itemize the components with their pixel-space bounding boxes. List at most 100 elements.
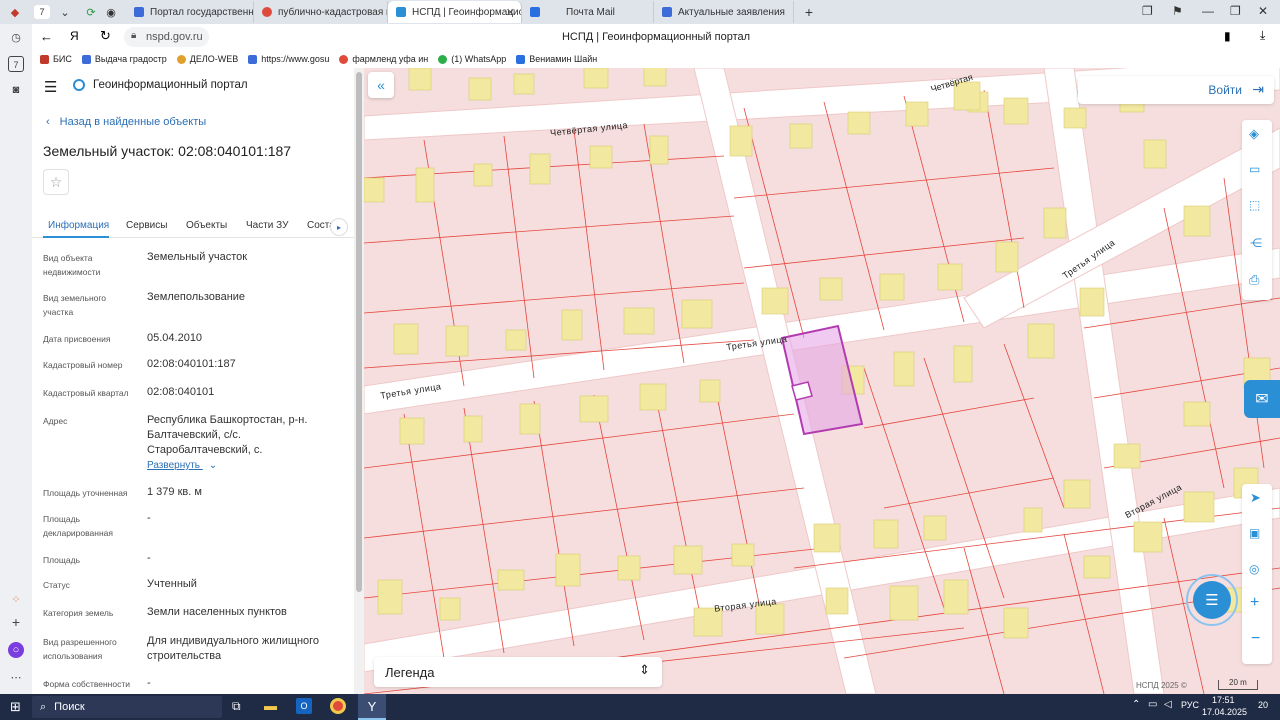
add-icon[interactable]: + — [8, 614, 24, 630]
field-label: Площадь уточненная — [43, 488, 128, 498]
volume-icon[interactable]: ◁ — [1164, 699, 1172, 710]
bookmark-item[interactable]: ДЕЛО-WEB — [176, 54, 238, 64]
legend-bar[interactable]: Легенда ⇕ — [374, 657, 662, 687]
reload-icon[interactable]: ↻ — [100, 28, 111, 44]
search-label: Поиск — [54, 701, 85, 713]
restore-icon[interactable]: ❐ — [1230, 4, 1241, 18]
address-bar: ← Я ↻ 🔒︎ nspd.gov.ru НСПД | Геоинформаци… — [32, 24, 1280, 50]
history-icon[interactable]: ◷ — [8, 30, 24, 46]
task-view-icon[interactable]: ⧉ — [232, 699, 241, 714]
favorite-button[interactable]: ☆ — [43, 169, 69, 195]
yandex-browser-icon[interactable]: Y — [358, 694, 386, 720]
share-icon[interactable]: ⋲ — [1250, 236, 1262, 250]
field-value: 1 379 кв. м — [147, 486, 202, 498]
bookmark-item[interactable]: БИС — [40, 54, 72, 64]
bookmark-item[interactable]: фармленд уфа ин — [339, 54, 428, 64]
taskbar-search[interactable]: ⌕ Поиск — [32, 696, 222, 718]
network-icon[interactable]: ▭ — [1148, 699, 1157, 710]
minimap-icon[interactable]: ▣ — [1249, 526, 1260, 540]
ruler-icon[interactable]: ▭ — [1249, 162, 1260, 176]
bookmark-flag-icon[interactable]: ⚑ — [1172, 4, 1183, 18]
apps-icon[interactable]: ⁘ — [8, 592, 24, 608]
tab-label: публично-кадастровая ка — [278, 6, 388, 18]
layers-icon[interactable]: ◈ — [1249, 126, 1259, 142]
navigate-icon[interactable]: ➤ — [1250, 490, 1261, 506]
outlook-icon[interactable]: O — [296, 698, 312, 714]
map-canvas[interactable] — [364, 68, 1280, 694]
bookmark-icon[interactable]: ▮ — [1224, 29, 1231, 43]
scrollbar-thumb[interactable] — [356, 72, 362, 592]
collections-icon[interactable]: ❐ — [1142, 4, 1153, 18]
hamburger-icon[interactable]: ☰ — [44, 78, 57, 96]
chrome-icon[interactable] — [330, 698, 346, 714]
expand-link[interactable]: Развернуть ⌄ — [147, 460, 217, 471]
chevron-down-icon[interactable]: ⌄ — [56, 3, 74, 21]
field-label: Форма собственности — [43, 679, 130, 689]
language-indicator[interactable]: РУС — [1181, 700, 1199, 710]
download-icon[interactable]: ⤓ — [1260, 28, 1265, 43]
minimize-icon[interactable]: — — [1202, 4, 1214, 18]
yandex-icon[interactable]: Я — [70, 29, 79, 43]
print-icon[interactable]: ⎙ — [1249, 272, 1259, 288]
field-value: Республика Башкортостан, р-н. Балтачевск… — [147, 414, 308, 456]
feedback-tab[interactable]: ✉︎ — [1244, 380, 1280, 418]
tab-yandex[interactable]: публично-кадастровая ка — [254, 1, 388, 23]
geolocation-icon[interactable]: ◎ — [1249, 562, 1259, 576]
tab-services[interactable]: Сервисы — [126, 220, 167, 231]
alice-icon[interactable]: ○ — [8, 642, 24, 658]
app-icon[interactable]: ⟳ — [82, 3, 100, 21]
expand-link-label: Развернуть — [147, 460, 201, 471]
bookmark-item[interactable]: https://www.gosu — [248, 54, 329, 64]
field-value: Земельный участок — [147, 251, 248, 263]
browser-menu-icon[interactable]: ◆ — [6, 3, 24, 21]
more-icon[interactable]: ⋯ — [8, 670, 24, 686]
select-area-icon[interactable]: ⬚ — [1249, 198, 1260, 212]
field-value: 02:08:040101:187 — [147, 358, 236, 370]
tab-mail[interactable]: Почта Mail — [522, 1, 654, 23]
new-tab-icon[interactable]: + — [800, 3, 818, 21]
panel-scrollbar[interactable] — [354, 68, 364, 694]
back-link[interactable]: ‹ Назад в найденные объекты — [46, 116, 206, 128]
tab-parts[interactable]: Части ЗУ — [246, 220, 288, 231]
close-tab-icon[interactable]: ✕ — [506, 6, 515, 19]
search-icon: ⌕ — [40, 700, 47, 713]
camera-icon[interactable]: ◙ — [8, 82, 24, 98]
login-label: Войти — [1208, 83, 1242, 97]
page-title: НСПД | Геоинформационный портал — [561, 31, 751, 43]
bookmark-item[interactable]: (1) WhatsApp — [438, 54, 506, 64]
bookmark-item[interactable]: Вениамин Шайн — [516, 54, 597, 64]
info-panel: ☰ Геоинформационный портал ‹ Назад в най… — [32, 68, 354, 694]
tab-zayavleniya[interactable]: Актуальные заявления — [654, 1, 794, 23]
back-icon[interactable]: ← — [40, 29, 53, 44]
map-view[interactable]: Четвёртая Четвёртая улица Третья улица Т… — [364, 68, 1280, 694]
calendar-icon[interactable]: 7 — [8, 56, 24, 72]
windows-start-icon[interactable]: ⊞ — [10, 699, 21, 715]
field-label: Вид земельного участка — [43, 293, 107, 317]
expand-icon: ⇕ — [639, 662, 650, 677]
chat-button[interactable]: ☰ — [1186, 574, 1238, 626]
bookmark-item[interactable]: Выдача градостр — [81, 54, 167, 64]
browser-sidebar: ◷ 7 ◙ ⁘ + ○ ⋯ — [0, 24, 32, 694]
url-field[interactable]: 🔒︎ nspd.gov.ru — [124, 27, 209, 47]
field-label: Площадь декларированная — [43, 514, 113, 538]
tab-counter[interactable]: 7 — [34, 5, 50, 19]
field-value: - — [147, 512, 151, 524]
tab-objects[interactable]: Объекты — [186, 220, 227, 231]
file-explorer-icon[interactable]: ▬ — [264, 698, 277, 713]
field-value: - — [147, 552, 151, 564]
tab-gosuslugi[interactable]: Портал государственных — [126, 1, 254, 23]
zoom-in-button[interactable]: + — [1250, 594, 1259, 612]
field-label: Дата присвоения — [43, 334, 111, 344]
clock-date[interactable]: 17.04.2025 — [1202, 707, 1247, 717]
tabs-scroll-button[interactable]: ▸ — [330, 218, 348, 236]
collapse-panel-button[interactable]: « — [368, 72, 394, 98]
avatar[interactable]: ◉ — [102, 3, 120, 21]
close-window-icon[interactable]: ✕ — [1258, 4, 1268, 18]
zoom-out-button[interactable]: − — [1251, 630, 1260, 648]
tray-chevron-icon[interactable]: ⌃ — [1132, 699, 1140, 710]
notification-badge[interactable]: 20 — [1258, 700, 1268, 710]
clock-time[interactable]: 17:51 — [1212, 695, 1235, 705]
tab-info[interactable]: Информация — [48, 220, 109, 231]
login-bar[interactable]: Войти ⇥ — [1078, 76, 1274, 104]
tab-nspd[interactable]: НСПД | Геоинформацио ✕ — [388, 1, 522, 23]
